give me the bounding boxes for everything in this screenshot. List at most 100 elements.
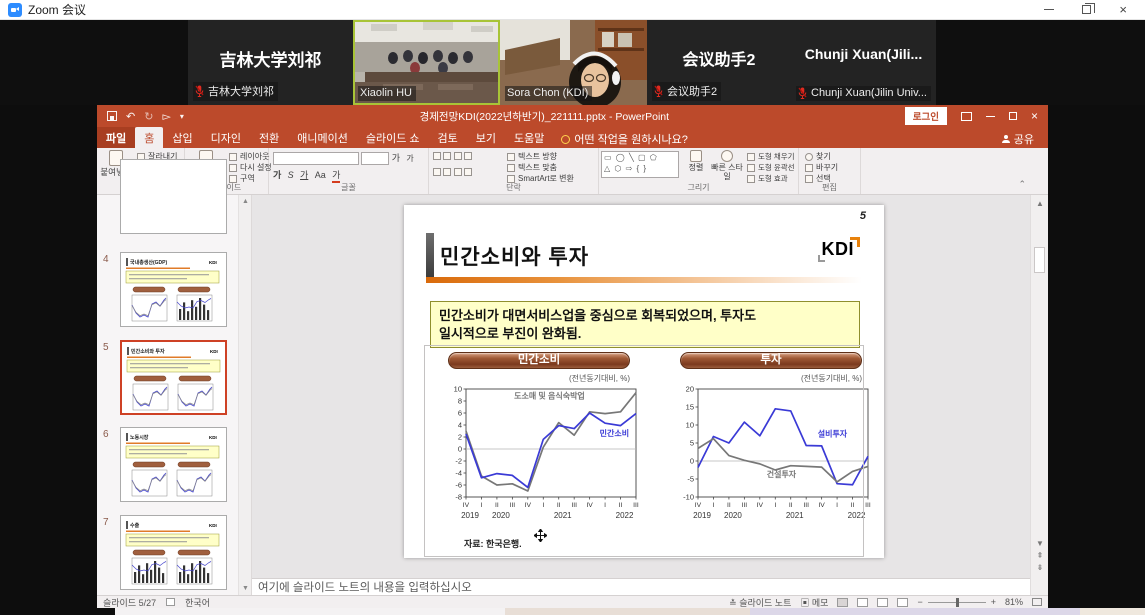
- tab-animations[interactable]: 애니메이션: [288, 127, 357, 148]
- svg-text:15: 15: [686, 403, 694, 412]
- alignment-icons[interactable]: [433, 168, 472, 178]
- chart-header-pill-consumption[interactable]: 민간소비: [448, 352, 630, 369]
- slideshow-view-button[interactable]: [897, 598, 908, 607]
- bold-button[interactable]: 가: [273, 168, 281, 181]
- customize-qat-icon[interactable]: ▾: [180, 112, 184, 121]
- italic-button[interactable]: S: [288, 170, 294, 180]
- text-direction-button[interactable]: 텍스트 방향: [507, 151, 557, 162]
- participant-tile[interactable]: Chunji Xuan(Jili... Chunji Xuan(Jilin Un…: [791, 20, 936, 105]
- tab-design[interactable]: 디자인: [202, 127, 250, 148]
- memo-toggle-button[interactable]: ▣ 메모: [800, 596, 828, 609]
- shape-outline-button[interactable]: 도형 윤곽선: [747, 162, 795, 173]
- save-icon[interactable]: [107, 111, 117, 121]
- arrange-button[interactable]: 정렬: [683, 150, 709, 173]
- svg-text:IV: IV: [757, 502, 764, 509]
- tab-view[interactable]: 보기: [467, 127, 505, 148]
- tab-slideshow[interactable]: 슬라이드 쇼: [357, 127, 429, 148]
- participant-tile[interactable]: 会议助手2 会议助手2: [647, 20, 791, 105]
- investment-line-chart[interactable]: 20151050-5-10IVIIIIIIIVIIIIIIIVIIIIII201…: [672, 383, 872, 535]
- tab-home[interactable]: 홈: [135, 127, 163, 148]
- zoom-slider[interactable]: −+: [917, 597, 996, 607]
- slide-title-block[interactable]: 민간소비와 투자 KDI: [426, 233, 862, 283]
- svg-text:-2: -2: [455, 457, 462, 466]
- slide-callout-box[interactable]: 민간소비가 대면서비스업을 중심으로 회복되었으며, 투자도 일시적으로 부진이…: [430, 301, 860, 348]
- thumbnail-slide-preview[interactable]: 민간소비와 투자KDI: [120, 340, 227, 415]
- participant-tile[interactable]: 吉林大学刘祁 吉林大学刘祁: [188, 20, 353, 105]
- collapse-ribbon-icon[interactable]: ⌃: [1018, 179, 1026, 190]
- zoom-app-icon: [8, 3, 22, 17]
- thumbnail-slide-preview[interactable]: 국내총생산(GDP)KDI: [120, 252, 227, 327]
- zoom-close-button[interactable]: ×: [1119, 5, 1127, 15]
- participant-tile[interactable]: Xiaolin HU: [353, 20, 500, 105]
- shape-outline-icon: [747, 164, 755, 172]
- undo-icon[interactable]: ↶: [126, 110, 135, 123]
- zoom-minimize-button[interactable]: [1044, 9, 1054, 10]
- consumption-line-chart[interactable]: 1086420-2-4-6-8IVIIIIIIIVIIIIIIIVIIIIII2…: [440, 383, 640, 535]
- bullets-numbering-icons[interactable]: [433, 152, 472, 162]
- login-button[interactable]: 로그인: [905, 107, 947, 125]
- quick-styles-button[interactable]: 빠른 스타일: [711, 150, 743, 182]
- participant-tile[interactable]: Sora Chon (KDI): [500, 20, 647, 105]
- svg-text:2022: 2022: [848, 511, 866, 520]
- svg-text:국내총생산(GDP): 국내총생산(GDP): [130, 259, 168, 266]
- ribbon-group-font: 가 가 가 S 가 Aa 가 글꼴: [269, 148, 429, 194]
- scrollbar-thumb[interactable]: [1034, 247, 1045, 273]
- shape-gallery[interactable]: ▭ ◯ ╲ ▢ ⬠△ ⬡ ⇨ { }: [601, 151, 679, 178]
- normal-view-button[interactable]: [837, 598, 848, 607]
- reset-button[interactable]: 다시 설정: [229, 162, 272, 173]
- tell-me-box[interactable]: 어떤 작업을 원하시나요?: [553, 127, 695, 148]
- find-button[interactable]: 찾기: [805, 151, 831, 162]
- underline-button[interactable]: 가: [300, 168, 308, 181]
- slide-sorter-view-button[interactable]: [857, 598, 868, 607]
- language-indicator[interactable]: 한국어: [185, 596, 210, 609]
- slide-canvas[interactable]: 5 민간소비와 투자 KDI 민간소비가 대면서비스업을 중심으로 회복되었으며…: [404, 205, 884, 558]
- character-spacing-button[interactable]: Aa: [315, 170, 326, 180]
- scroll-down-icon[interactable]: ▼: [1031, 539, 1049, 548]
- font-color-button[interactable]: 가: [332, 168, 340, 183]
- notes-toggle-button[interactable]: ≛ 슬라이드 노트: [729, 596, 791, 609]
- ribbon-display-options-icon[interactable]: [961, 112, 972, 121]
- scroll-down-icon[interactable]: ▼: [241, 585, 250, 592]
- tab-review[interactable]: 검토: [429, 127, 467, 148]
- align-text-button[interactable]: 텍스트 맞춤: [507, 162, 557, 173]
- redo-icon: ↻: [144, 110, 153, 123]
- ppt-restore-button[interactable]: [1009, 112, 1017, 120]
- svg-text:5: 5: [690, 439, 694, 448]
- grow-font-button[interactable]: 가: [392, 151, 400, 164]
- notes-pane[interactable]: 여기에 슬라이드 노트의 내용을 입력하십시오: [252, 578, 1030, 595]
- zoom-percentage[interactable]: 81%: [1005, 597, 1023, 607]
- thumbnail-number: 6: [103, 429, 109, 440]
- zoom-restore-button[interactable]: [1082, 5, 1091, 14]
- fit-to-window-icon[interactable]: [1032, 598, 1042, 606]
- next-slide-icon[interactable]: ⇟: [1031, 563, 1049, 572]
- tab-transitions[interactable]: 전환: [250, 127, 288, 148]
- ppt-minimize-button[interactable]: [986, 116, 995, 117]
- replace-button[interactable]: 바꾸기: [805, 162, 838, 173]
- font-name-combo[interactable]: [273, 152, 359, 165]
- previous-slide-icon[interactable]: ⇞: [1031, 551, 1049, 560]
- chart-header-pill-investment[interactable]: 투자: [680, 352, 862, 369]
- font-size-combo[interactable]: [361, 152, 389, 165]
- thumbnail-slide-preview[interactable]: 노동시장KDI: [120, 427, 227, 502]
- zoom-slider-handle[interactable]: [956, 598, 959, 607]
- reading-view-button[interactable]: [877, 598, 888, 607]
- tab-file[interactable]: 파일: [97, 127, 135, 148]
- start-slideshow-icon[interactable]: ▻: [162, 110, 170, 123]
- zoom-video-strip: 吉林大学刘祁 吉林大学刘祁 Xiaolin HU: [0, 20, 1145, 105]
- thumbnail-slide-preview[interactable]: 수출KDI: [120, 515, 227, 590]
- shrink-font-button[interactable]: 가: [406, 153, 413, 164]
- layout-icon: [229, 153, 237, 161]
- svg-text:KDI: KDI: [209, 435, 217, 440]
- layout-button[interactable]: 레이아웃: [229, 151, 269, 162]
- tab-help[interactable]: 도움말: [505, 127, 553, 148]
- scroll-up-icon[interactable]: ▲: [1031, 199, 1049, 208]
- thumbnail-scrollbar[interactable]: ▲ ▼: [238, 195, 251, 595]
- tab-insert[interactable]: 삽입: [163, 127, 201, 148]
- share-button[interactable]: 공유: [994, 127, 1048, 148]
- thumbnail-slide-preview[interactable]: [120, 159, 227, 234]
- shape-fill-button[interactable]: 도형 채우기: [747, 151, 795, 162]
- participant-label: Chunji Xuan(Jilin Univ...: [811, 87, 927, 99]
- scroll-up-icon[interactable]: ▲: [241, 198, 250, 205]
- ppt-close-button[interactable]: ×: [1031, 111, 1038, 121]
- editor-scrollbar[interactable]: ▲ ▼ ⇞ ⇟: [1030, 195, 1048, 595]
